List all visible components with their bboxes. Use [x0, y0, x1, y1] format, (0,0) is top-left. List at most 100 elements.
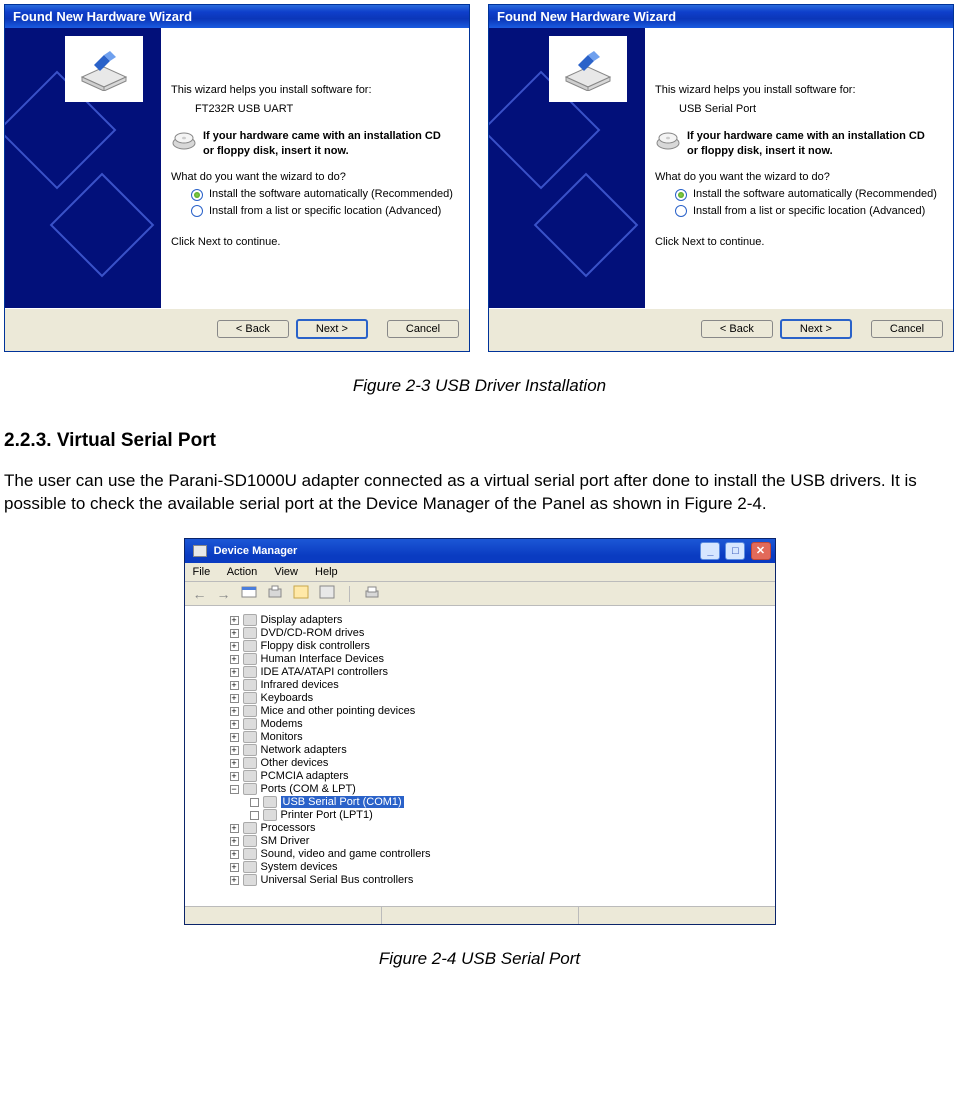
expand-icon[interactable]: +: [230, 876, 239, 885]
menu-view[interactable]: View: [274, 566, 298, 578]
tree-node[interactable]: +Processors: [210, 822, 766, 834]
tree-node-label: Monitors: [261, 731, 303, 743]
menu-action[interactable]: Action: [227, 566, 258, 578]
device-icon: [243, 731, 257, 743]
radio-auto-label: Install the software automatically (Reco…: [209, 187, 453, 202]
next-button[interactable]: Next >: [780, 319, 852, 339]
radio-list[interactable]: Install from a list or specific location…: [655, 204, 939, 219]
device-icon: [243, 874, 257, 886]
dm-tree[interactable]: +Display adapters+DVD/CD-ROM drives+Flop…: [185, 606, 775, 906]
radio-list[interactable]: Install from a list or specific location…: [171, 204, 455, 219]
device-icon: [243, 653, 257, 665]
next-button[interactable]: Next >: [296, 319, 368, 339]
tree-node[interactable]: + Floppy disk controllers: [210, 640, 766, 652]
wizard-titlebar: Found New Hardware Wizard: [5, 5, 469, 28]
radio-auto[interactable]: Install the software automatically (Reco…: [655, 187, 939, 202]
expand-icon[interactable]: +: [230, 863, 239, 872]
expand-icon[interactable]: [250, 811, 259, 820]
tree-node-label: Keyboards: [261, 692, 314, 704]
expand-icon[interactable]: +: [230, 694, 239, 703]
toolbar-icon[interactable]: [241, 585, 257, 602]
tree-node[interactable]: Printer Port (LPT1): [210, 809, 766, 821]
expand-icon[interactable]: +: [230, 707, 239, 716]
expand-icon[interactable]: +: [230, 746, 239, 755]
tree-node[interactable]: + Mice and other pointing devices: [210, 705, 766, 717]
cancel-button[interactable]: Cancel: [871, 320, 943, 338]
expand-icon[interactable]: +: [230, 629, 239, 638]
toolbar-icon[interactable]: [267, 585, 283, 602]
toolbar-icon[interactable]: [364, 585, 380, 602]
menu-file[interactable]: File: [193, 566, 211, 578]
tree-node[interactable]: +Infrared devices: [210, 679, 766, 691]
tree-node[interactable]: +Display adapters: [210, 614, 766, 626]
hardware-icon: [549, 36, 627, 102]
cancel-button[interactable]: Cancel: [387, 320, 459, 338]
back-button[interactable]: < Back: [701, 320, 773, 338]
expand-icon[interactable]: +: [230, 668, 239, 677]
radio-icon: [675, 205, 687, 217]
expand-icon[interactable]: +: [230, 720, 239, 729]
tree-node[interactable]: +Network adapters: [210, 744, 766, 756]
cd-text-1: If your hardware came with an installati…: [687, 130, 925, 142]
device-icon: [243, 861, 257, 873]
expand-icon[interactable]: +: [230, 850, 239, 859]
tree-node[interactable]: + Keyboards: [210, 692, 766, 704]
expand-icon[interactable]: +: [230, 759, 239, 768]
tree-node[interactable]: + System devices: [210, 861, 766, 873]
device-icon: [243, 835, 257, 847]
nav-back-icon[interactable]: ←: [193, 586, 207, 602]
tree-node-label: System devices: [261, 861, 338, 873]
tree-node[interactable]: +Universal Serial Bus controllers: [210, 874, 766, 886]
radio-auto[interactable]: Install the software automatically (Reco…: [171, 187, 455, 202]
tree-node[interactable]: +Other devices: [210, 757, 766, 769]
cd-icon: [655, 129, 681, 156]
tree-node[interactable]: + Sound, video and game controllers: [210, 848, 766, 860]
tree-node[interactable]: USB Serial Port (COM1): [210, 796, 766, 808]
tree-node[interactable]: + DVD/CD-ROM drives: [210, 627, 766, 639]
toolbar-icon[interactable]: [293, 585, 309, 602]
wizard-right: Found New Hardware Wizard This wizard he…: [488, 4, 954, 352]
device-icon: [243, 679, 257, 691]
expand-icon[interactable]: +: [230, 681, 239, 690]
tree-node[interactable]: +Modems: [210, 718, 766, 730]
minimize-button[interactable]: _: [700, 542, 720, 560]
tree-node-label: PCMCIA adapters: [261, 770, 349, 782]
tree-node-label: Mice and other pointing devices: [261, 705, 416, 717]
tree-node[interactable]: +Human Interface Devices: [210, 653, 766, 665]
tree-node[interactable]: +IDE ATA/ATAPI controllers: [210, 666, 766, 678]
device-icon: [243, 757, 257, 769]
expand-icon[interactable]: +: [230, 642, 239, 651]
toolbar-icon[interactable]: [319, 585, 335, 602]
tree-node[interactable]: + PCMCIA adapters: [210, 770, 766, 782]
expand-icon[interactable]: +: [230, 837, 239, 846]
expand-icon[interactable]: +: [230, 733, 239, 742]
tree-node[interactable]: −Ports (COM & LPT): [210, 783, 766, 795]
back-button[interactable]: < Back: [217, 320, 289, 338]
tree-node-label: Sound, video and game controllers: [261, 848, 431, 860]
wizard-intro: This wizard helps you install software f…: [655, 83, 939, 98]
device-name: USB Serial Port: [655, 102, 939, 117]
tree-node-label: DVD/CD-ROM drives: [261, 627, 365, 639]
tree-node[interactable]: + Monitors: [210, 731, 766, 743]
wizard-sidebar: [489, 28, 645, 308]
expand-icon[interactable]: +: [230, 772, 239, 781]
expand-icon[interactable]: +: [230, 824, 239, 833]
computer-icon: [193, 545, 207, 557]
close-button[interactable]: ✕: [751, 542, 771, 560]
maximize-button[interactable]: □: [725, 542, 745, 560]
tree-node[interactable]: + SM Driver: [210, 835, 766, 847]
expand-icon[interactable]: +: [230, 616, 239, 625]
device-icon: [243, 783, 257, 795]
section-heading: 2.2.3. Virtual Serial Port: [4, 430, 955, 452]
device-icon: [263, 796, 277, 808]
expand-icon[interactable]: +: [230, 655, 239, 664]
tree-node-label: Floppy disk controllers: [261, 640, 370, 652]
tree-node-label: SM Driver: [261, 835, 310, 847]
device-name: FT232R USB UART: [171, 102, 455, 117]
radio-list-label: Install from a list or specific location…: [209, 204, 441, 219]
nav-forward-icon[interactable]: →: [217, 586, 231, 602]
dm-statusbar: [185, 906, 775, 924]
expand-icon[interactable]: −: [230, 785, 239, 794]
expand-icon[interactable]: [250, 798, 259, 807]
menu-help[interactable]: Help: [315, 566, 338, 578]
